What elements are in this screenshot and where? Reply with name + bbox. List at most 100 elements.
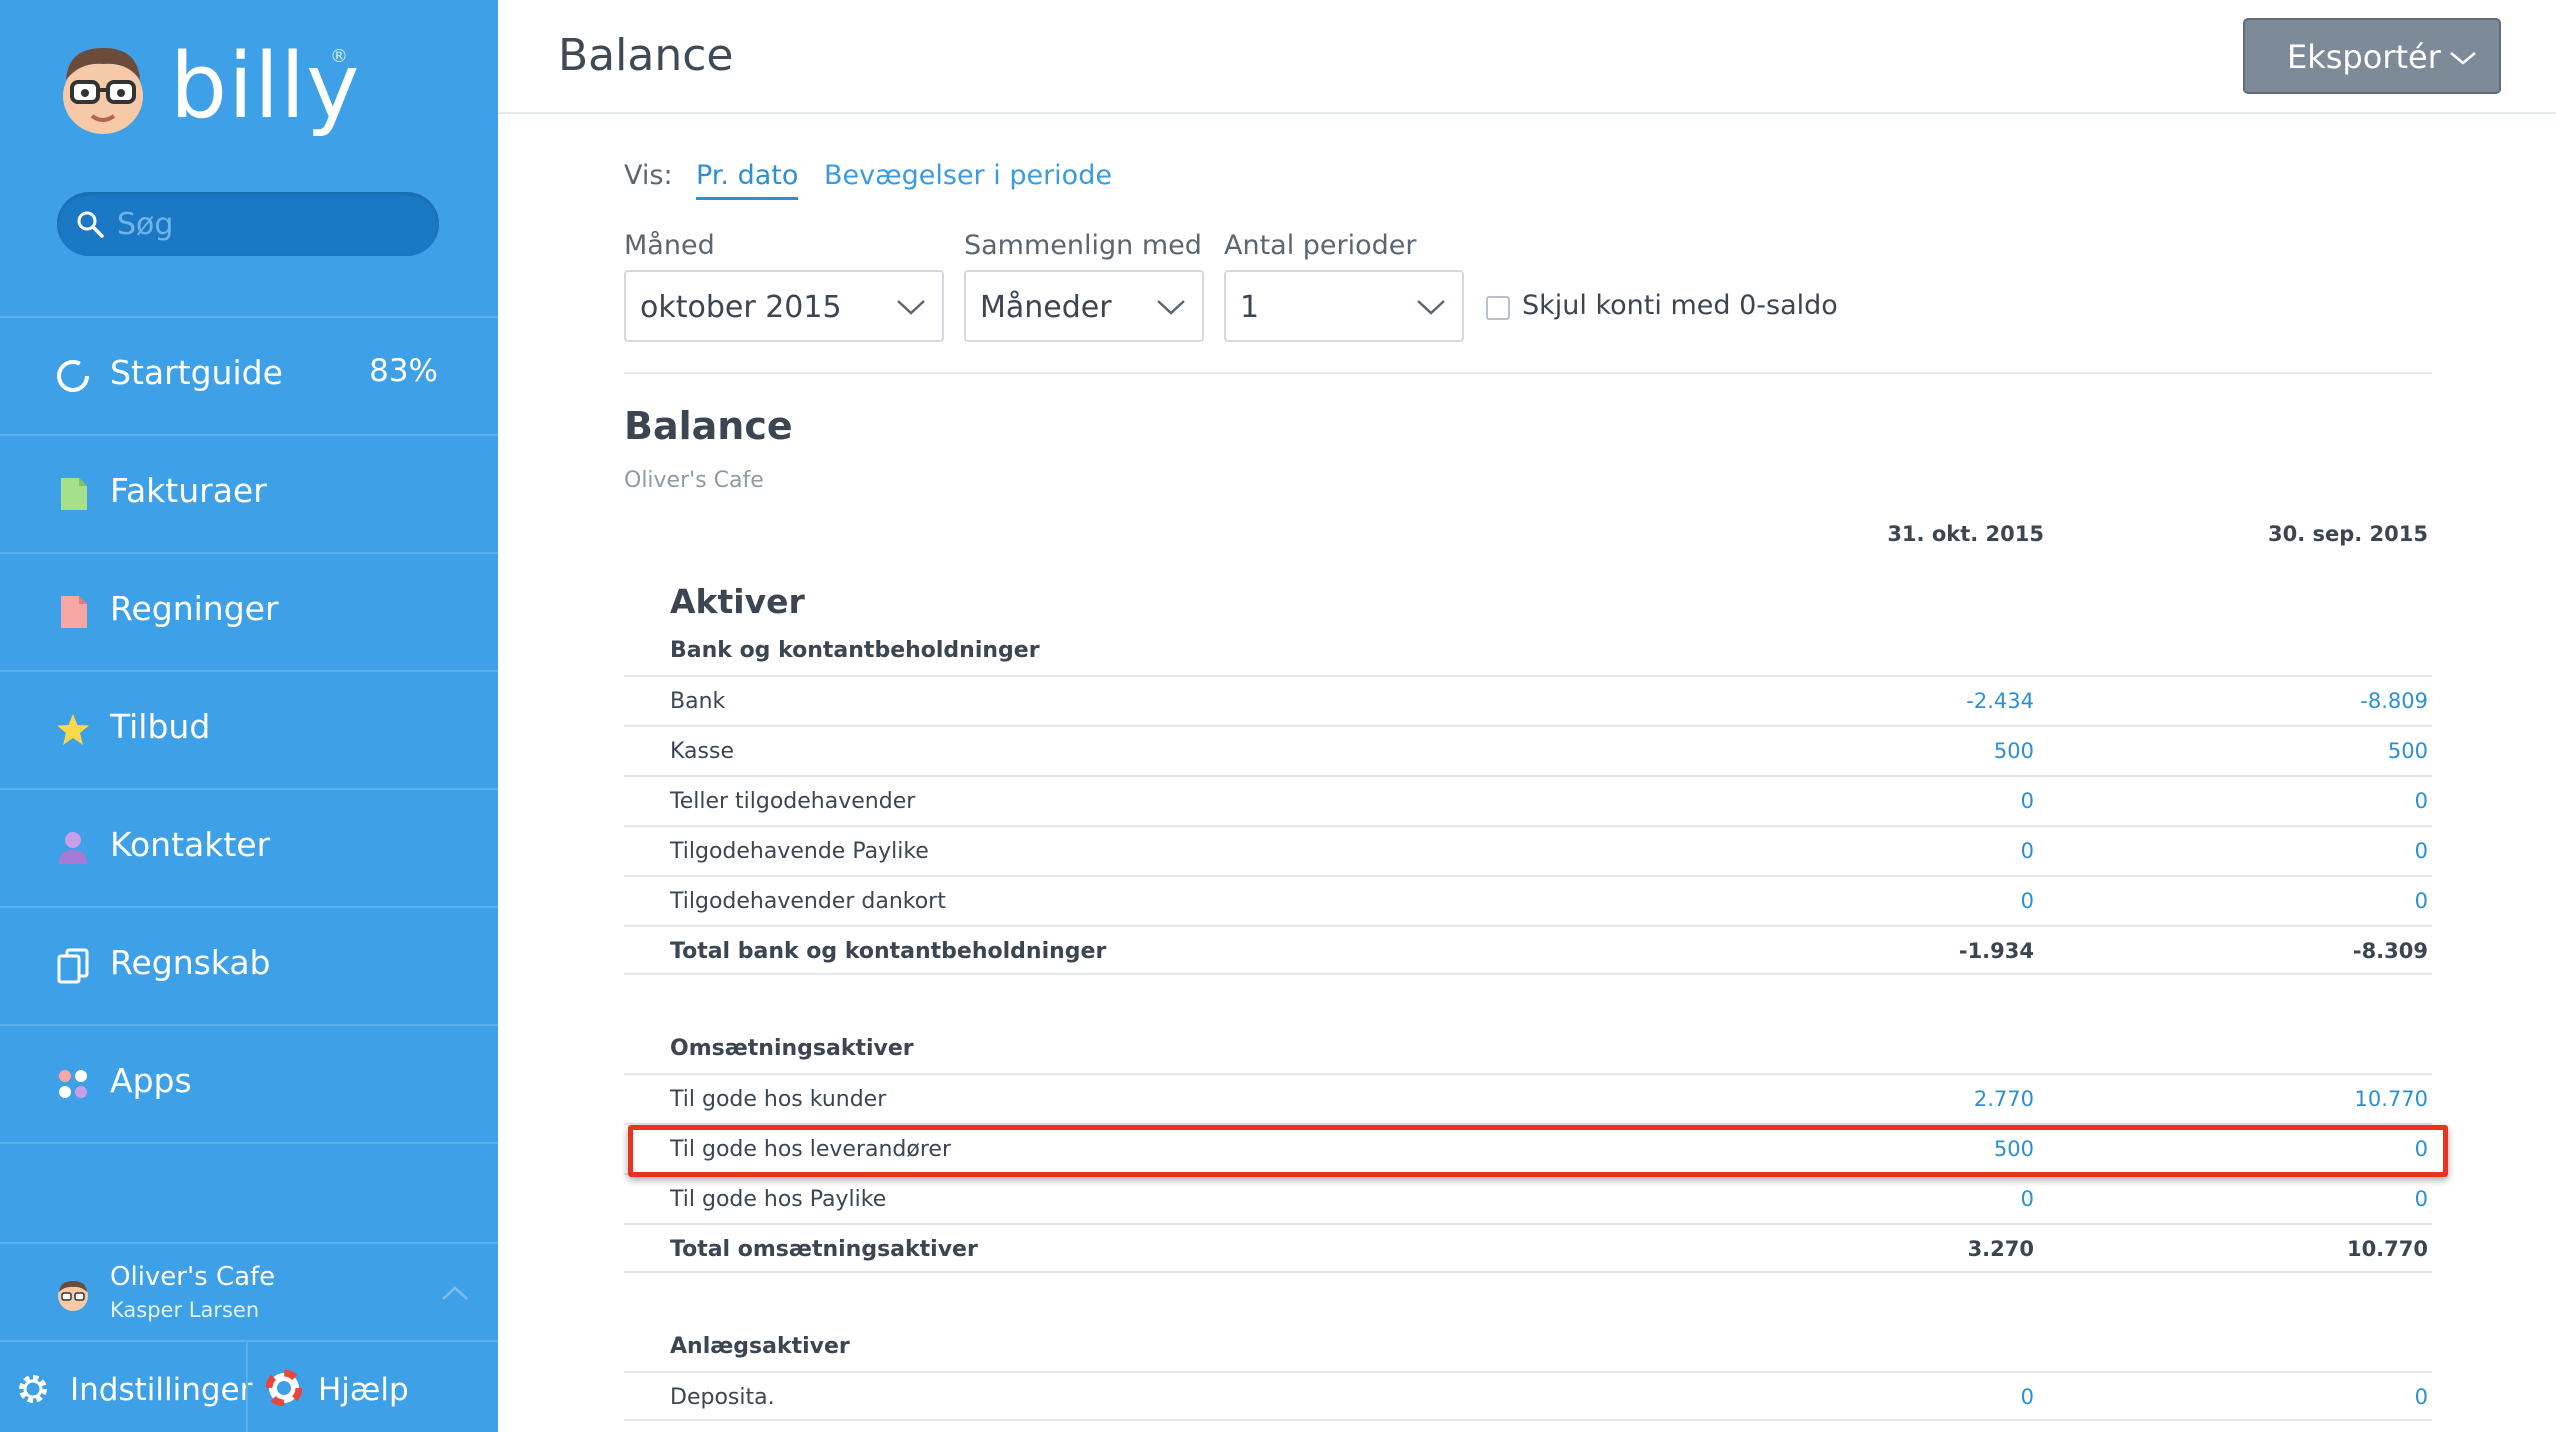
month-value: oktober 2015 [640, 290, 842, 325]
table-row: Teller tilgodehavender 0 0 [624, 775, 2432, 825]
chevron-up-icon [442, 1286, 468, 1300]
help-label: Hjælp [318, 1372, 409, 1408]
value-current[interactable]: -2.434 [1966, 689, 2034, 713]
search-input[interactable] [117, 200, 417, 248]
filter-divider [624, 372, 2432, 374]
apps-icon [59, 1070, 87, 1098]
value-previous[interactable]: 0 [2415, 789, 2428, 813]
chevron-down-icon [2450, 52, 2476, 65]
account-label: Tilgodehavende Paylike [670, 839, 929, 864]
search-icon [77, 211, 104, 238]
value-previous[interactable]: 0 [2415, 1187, 2428, 1211]
tab-pr-dato[interactable]: Pr. dato [696, 160, 799, 200]
account-switcher[interactable]: Oliver's Cafe Kasper Larsen [0, 1244, 498, 1342]
total-previous: -8.309 [2352, 939, 2428, 963]
value-current[interactable]: 2.770 [1974, 1087, 2034, 1111]
total-label: Total omsætningsaktiver [670, 1237, 978, 1262]
ledger-icon [57, 948, 89, 984]
nav-label: Startguide [110, 353, 283, 392]
group-heading: Omsætningsaktiver [670, 1036, 914, 1061]
nav-item-regnskab[interactable]: Regnskab [0, 908, 498, 1024]
total-current: -1.934 [1958, 939, 2034, 963]
page-header: Balance Eksportér [498, 0, 2556, 114]
table-row: Tilgodehavende Paylike 0 0 [624, 825, 2432, 875]
highlight-annotation [628, 1125, 2448, 1177]
nav-item-fakturaer[interactable]: Fakturaer [0, 436, 498, 552]
table-row: Til gode hos Paylike 0 0 [624, 1173, 2432, 1223]
nav-label: Apps [110, 1061, 192, 1100]
value-current[interactable]: 0 [2021, 839, 2034, 863]
total-current: 3.270 [1967, 1237, 2034, 1261]
account-label: Deposita. [670, 1385, 775, 1410]
total-previous: 10.770 [2346, 1237, 2428, 1261]
nav-label: Regninger [110, 589, 279, 628]
value-current[interactable]: 0 [2021, 889, 2034, 913]
value-current[interactable]: 500 [1994, 739, 2034, 763]
nav-label: Tilbud [110, 707, 211, 746]
value-previous[interactable]: 500 [2388, 739, 2428, 763]
table-row: Tilgodehavender dankort 0 0 [624, 875, 2432, 925]
account-label: Til gode hos Paylike [670, 1187, 887, 1212]
compare-label: Sammenlign med [964, 230, 1202, 261]
star-icon [57, 714, 89, 745]
page-title: Balance [558, 30, 734, 81]
nav-label: Kontakter [110, 825, 271, 864]
account-label: Tilgodehavender dankort [670, 889, 946, 914]
account-label: Bank [670, 689, 726, 714]
nav-item-regninger[interactable]: Regninger [0, 554, 498, 670]
bill-icon [61, 596, 87, 628]
view-label: Vis: [624, 160, 673, 191]
chevron-down-icon [897, 300, 925, 315]
table-row: Bank -2.434 -8.809 [624, 675, 2432, 725]
registered-mark: ® [330, 46, 348, 67]
report-title: Balance [624, 404, 793, 448]
export-label: Eksportér [2287, 38, 2441, 76]
account-user: Kasper Larsen [110, 1298, 260, 1322]
search-box[interactable] [57, 192, 439, 256]
nav-item-startguide[interactable]: Startguide 83% [0, 318, 498, 434]
month-label: Måned [624, 230, 715, 261]
settings-button[interactable]: Indstillinger [0, 1342, 252, 1432]
avatar [58, 1281, 88, 1311]
periods-value: 1 [1240, 290, 1260, 325]
column-header-previous: 30. sep. 2015 [2267, 522, 2428, 546]
compare-select[interactable]: Måneder [964, 270, 1204, 342]
value-current[interactable]: 0 [2021, 1385, 2034, 1409]
startguide-progress: 83% [369, 353, 438, 389]
value-previous[interactable]: 0 [2415, 839, 2428, 863]
table-row: Til gode hos kunder 2.770 10.770 [624, 1073, 2432, 1123]
export-button[interactable]: Eksportér [2243, 18, 2501, 94]
table-row: Kasse 500 500 [624, 725, 2432, 775]
account-label: Kasse [670, 739, 734, 764]
value-current[interactable]: 0 [2021, 1187, 2034, 1211]
periods-label: Antal perioder [1224, 230, 1417, 261]
gear-icon [19, 1375, 47, 1403]
month-select[interactable]: oktober 2015 [624, 270, 944, 342]
nav-item-tilbud[interactable]: Tilbud [0, 672, 498, 788]
person-icon [59, 832, 87, 864]
nav-item-apps[interactable]: Apps [0, 1026, 498, 1142]
value-current[interactable]: 0 [2021, 789, 2034, 813]
hide-zero-checkbox[interactable] [1486, 296, 1510, 320]
chevron-down-icon [1417, 300, 1445, 315]
value-previous[interactable]: 0 [2415, 1385, 2428, 1409]
value-previous[interactable]: 0 [2415, 889, 2428, 913]
account-label: Teller tilgodehavender [670, 789, 916, 814]
nav-label: Regnskab [110, 943, 271, 982]
help-button[interactable]: Hjælp [248, 1342, 498, 1432]
table-row: Deposita. 0 0 [624, 1371, 2432, 1421]
sidebar-bottom-bar: Indstillinger Hjælp [0, 1342, 498, 1432]
value-previous[interactable]: -8.809 [2360, 689, 2428, 713]
nav-item-kontakter[interactable]: Kontakter [0, 790, 498, 906]
report-company: Oliver's Cafe [624, 468, 764, 493]
total-row: Total omsætningsaktiver 3.270 10.770 [624, 1223, 2432, 1273]
sidebar: billy ® Startguide 83% Fakturaer Regning… [0, 0, 498, 1432]
column-header-current: 31. okt. 2015 [1887, 522, 2044, 546]
tab-bevaegelser-i-periode[interactable]: Bevægelser i periode [824, 160, 1112, 191]
periods-select[interactable]: 1 [1224, 270, 1464, 342]
account-company: Oliver's Cafe [110, 1262, 276, 1292]
hide-zero-label: Skjul konti med 0-saldo [1522, 290, 1838, 321]
value-previous[interactable]: 10.770 [2355, 1087, 2428, 1111]
billy-mascot-icon [63, 48, 143, 134]
invoice-icon [61, 478, 87, 510]
